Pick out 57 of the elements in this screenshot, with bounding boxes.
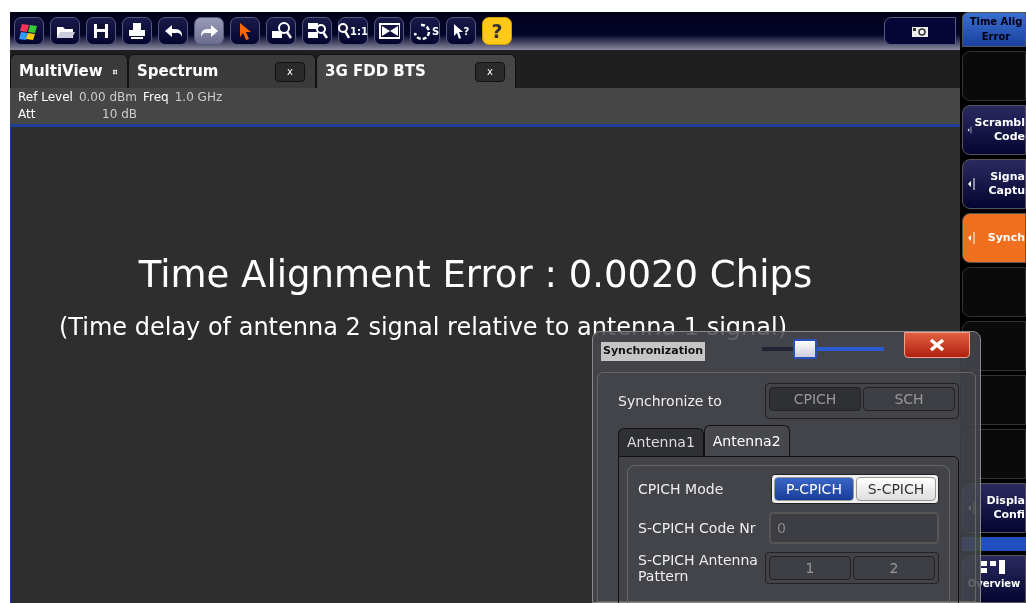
pointer-icon [452,22,464,40]
info-value: 1.0 GHz [174,89,223,106]
flag-icon [18,21,40,41]
info-label: Ref Level [18,89,73,106]
toolbar-button[interactable] [230,17,260,45]
blocks-icon [981,560,1007,574]
info-label: Att [18,106,37,123]
channel-tab[interactable]: MultiView [10,54,128,88]
info-label: Freq [143,89,169,106]
toolbar-button[interactable]: ? [446,17,476,45]
toolbar-button[interactable] [14,17,44,45]
channel-tab[interactable]: 3G FDD BTS x [316,54,516,88]
softkey[interactable]: Scrambl Code [962,105,1026,155]
dialog-tab[interactable]: Antenna2 [703,425,790,456]
field-label: Synchronize to [618,391,722,411]
field-label: S-CPICH Antenna Pattern [638,552,758,584]
close-icon [929,338,945,352]
toolbar-button[interactable]: 1:1 [338,17,368,45]
multi-zoom-icon [306,21,328,41]
zoom-icon [270,21,292,41]
tab-label: 3G FDD BTS [325,61,426,83]
close-button[interactable]: x [275,61,305,82]
toolbar-button[interactable] [266,17,296,45]
screenshot-button[interactable] [884,17,956,45]
toolbar-button[interactable] [122,17,152,45]
tab-label: MultiView [19,61,103,83]
slider-thumb[interactable] [792,339,817,359]
channel-tab[interactable]: Spectrum x [128,54,316,88]
softkey[interactable]: Signa Captu [962,159,1026,209]
full-screen-icon [378,21,400,41]
toolbar-button[interactable] [194,17,224,45]
info-value: 0.00 dBm [78,89,137,106]
close-button[interactable] [904,332,970,358]
header-text: Time Alig [969,16,1023,28]
header-text: Error [981,31,1011,43]
toolbar-button[interactable]: S [410,17,440,45]
arrow-icon [967,231,975,245]
option-button[interactable]: S-CPICH [856,477,936,501]
dialog-title: Synchronization [601,342,706,361]
camera-icon [911,24,929,38]
toolbar-button[interactable] [374,17,404,45]
toolbar-button[interactable] [158,17,188,45]
toolbar-button[interactable] [86,17,116,45]
result-title: Time Alignment Error : 0.0020 Chips [137,252,814,298]
toolbar-button[interactable] [302,17,332,45]
info-value: 10 dB [101,106,137,123]
close-button[interactable]: x [475,61,505,82]
dialog-tab[interactable]: Antenna1 [618,428,704,456]
toolbar-button[interactable]: ? [482,17,512,45]
toolbar-button[interactable] [50,17,80,45]
arrow-icon [967,177,975,191]
option-button[interactable]: P-CPICH [774,477,854,501]
field-label: CPICH Mode [638,479,724,499]
zoom-icon [338,22,351,40]
field-label: S-CPICH Code Nr [638,518,756,538]
printer-icon [126,21,148,41]
tab-label: Spectrum [137,61,219,83]
